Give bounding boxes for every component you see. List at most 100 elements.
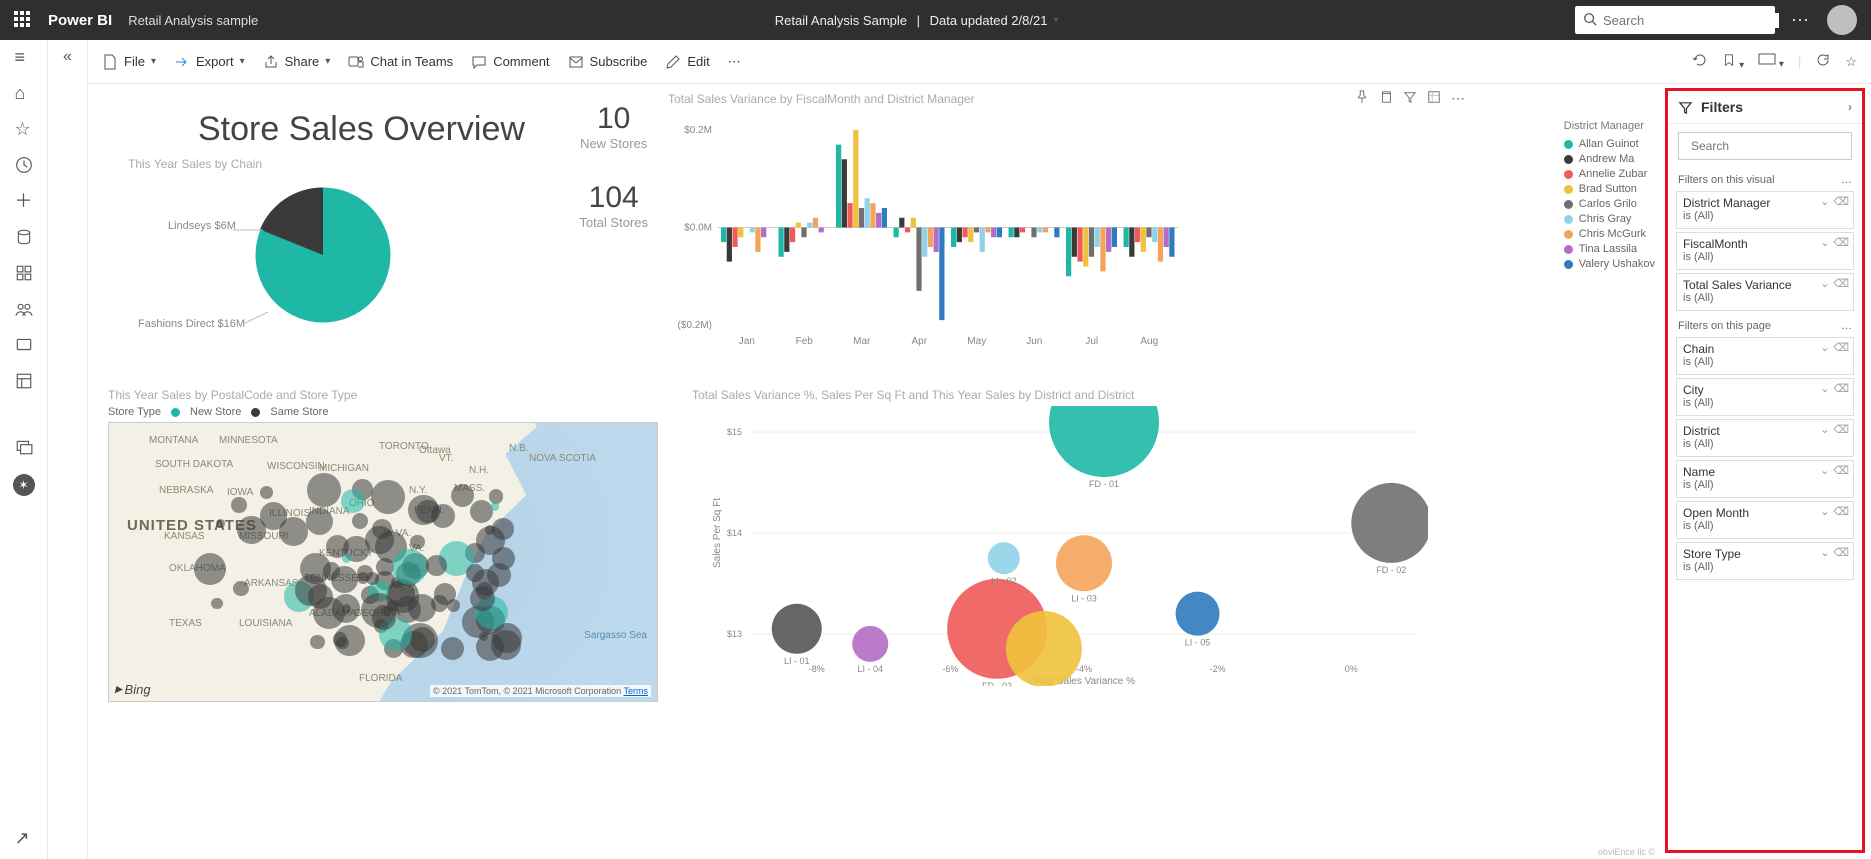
section-more-icon[interactable]: … <box>1841 320 1852 332</box>
map-store-point[interactable] <box>260 486 272 498</box>
legend-item[interactable]: Andrew Ma <box>1564 153 1655 165</box>
map-store-point[interactable] <box>441 637 464 660</box>
nav-create-icon[interactable]: ＋ <box>15 192 33 210</box>
subscribe-button[interactable]: Subscribe <box>568 54 648 70</box>
nav-datasets-icon[interactable] <box>15 228 33 246</box>
clear-filter-icon[interactable]: ⌫ <box>1833 382 1849 395</box>
filter-card[interactable]: Open Month is (All) ⌄⌫ <box>1676 501 1854 539</box>
filters-search-input[interactable] <box>1691 139 1846 153</box>
chevron-down-icon[interactable]: ⌄ <box>1820 423 1829 436</box>
favorite-icon[interactable]: ☆ <box>1845 54 1857 70</box>
nav-shared-icon[interactable] <box>15 300 33 318</box>
map-store-point[interactable] <box>352 513 368 529</box>
global-search[interactable] <box>1575 6 1775 34</box>
filter-card[interactable]: Chain is (All) ⌄⌫ <box>1676 337 1854 375</box>
share-menu[interactable]: Share▾ <box>263 54 331 70</box>
export-menu[interactable]: Export▾ <box>174 54 245 70</box>
map-store-point[interactable] <box>492 547 515 570</box>
more-commands-icon[interactable]: ⋯ <box>728 54 741 70</box>
page-rail-collapse-icon[interactable]: « <box>63 48 72 66</box>
map-store-point[interactable] <box>310 635 324 649</box>
map-store-point[interactable] <box>466 564 484 582</box>
chevron-down-icon[interactable]: ⌄ <box>1820 195 1829 208</box>
legend-item[interactable]: Carlos Grilo <box>1564 198 1655 210</box>
filter-card[interactable]: Name is (All) ⌄⌫ <box>1676 460 1854 498</box>
nav-deployment-icon[interactable] <box>15 438 33 456</box>
report-title-bar[interactable]: Retail Analysis Sample | Data updated 2/… <box>274 13 1559 28</box>
file-menu[interactable]: File▾ <box>102 54 156 70</box>
map-store-point[interactable] <box>216 519 225 528</box>
filter-card[interactable]: District is (All) ⌄⌫ <box>1676 419 1854 457</box>
chevron-down-icon[interactable]: ⌄ <box>1820 382 1829 395</box>
legend-item[interactable]: Allan Guinot <box>1564 138 1655 150</box>
map-visual[interactable]: UNITED STATES Sargasso Sea ▸Bing © 2021 … <box>108 422 658 702</box>
nav-favorites-icon[interactable]: ☆ <box>15 120 33 138</box>
map-store-point[interactable] <box>306 508 333 535</box>
filter-card[interactable]: District Manager is (All) ⌄⌫ <box>1676 191 1854 229</box>
map-store-point[interactable] <box>237 516 265 544</box>
nav-home-icon[interactable]: ⌂ <box>15 84 33 102</box>
clear-filter-icon[interactable]: ⌫ <box>1833 236 1849 249</box>
view-icon[interactable]: ▾ <box>1758 53 1784 70</box>
pie-chart[interactable] <box>248 180 398 335</box>
clear-filter-icon[interactable]: ⌫ <box>1833 546 1849 559</box>
chat-teams-button[interactable]: Chat in Teams <box>348 54 453 70</box>
clear-filter-icon[interactable]: ⌫ <box>1833 464 1849 477</box>
filters-search[interactable] <box>1678 132 1852 160</box>
legend-item[interactable]: Tina Lassila <box>1564 243 1655 255</box>
filter-card[interactable]: City is (All) ⌄⌫ <box>1676 378 1854 416</box>
map-store-point[interactable] <box>426 555 447 576</box>
variance-bar-chart[interactable]: ($0.2M)$0.0M$0.2MJanFebMarAprMayJunJulAu… <box>668 120 1188 350</box>
map-store-point[interactable] <box>434 583 456 605</box>
chevron-down-icon[interactable]: ⌄ <box>1820 341 1829 354</box>
map-terms-link[interactable]: Terms <box>624 686 649 696</box>
clear-filter-icon[interactable]: ⌫ <box>1833 277 1849 290</box>
map-store-point[interactable] <box>410 535 424 549</box>
map-store-point[interactable] <box>372 605 397 630</box>
clear-filter-icon[interactable]: ⌫ <box>1833 423 1849 436</box>
clear-filter-icon[interactable]: ⌫ <box>1833 505 1849 518</box>
legend-item[interactable]: Annelie Zubar <box>1564 168 1655 180</box>
chevron-down-icon[interactable]: ⌄ <box>1820 546 1829 559</box>
filters-header[interactable]: Filters › <box>1668 91 1862 124</box>
filter-card[interactable]: FiscalMonth is (All) ⌄⌫ <box>1676 232 1854 270</box>
chevron-down-icon[interactable]: ⌄ <box>1820 464 1829 477</box>
global-search-input[interactable] <box>1603 13 1779 28</box>
reset-icon[interactable] <box>1692 52 1708 71</box>
map-store-point[interactable] <box>231 497 247 513</box>
map-store-point[interactable] <box>211 598 222 609</box>
map-store-point[interactable] <box>392 549 428 585</box>
legend-item[interactable]: Chris Gray <box>1564 213 1655 225</box>
legend-item[interactable]: Valery Ushakov <box>1564 258 1655 270</box>
nav-expand-icon[interactable]: ↗ <box>15 829 33 847</box>
map-store-point[interactable] <box>194 553 226 585</box>
section-more-icon[interactable]: … <box>1841 174 1852 186</box>
comment-button[interactable]: Comment <box>471 54 549 70</box>
nav-learn-icon[interactable] <box>15 336 33 354</box>
edit-button[interactable]: Edit <box>665 54 709 70</box>
nav-workspaces-icon[interactable] <box>15 372 33 390</box>
nav-current-workspace-icon[interactable]: ✶ <box>13 474 35 496</box>
legend-item[interactable]: Chris McGurk <box>1564 228 1655 240</box>
map-store-point[interactable] <box>365 526 393 554</box>
map-store-point[interactable] <box>451 484 474 507</box>
nav-apps-icon[interactable] <box>15 264 33 282</box>
map-store-point[interactable] <box>307 473 341 507</box>
app-launcher-icon[interactable] <box>14 11 32 29</box>
nav-recent-icon[interactable] <box>15 156 33 174</box>
clear-filter-icon[interactable]: ⌫ <box>1833 195 1849 208</box>
bookmark-icon[interactable]: ▾ <box>1722 52 1744 71</box>
map-store-point[interactable] <box>279 517 307 545</box>
chevron-right-icon[interactable]: › <box>1848 100 1852 114</box>
filter-card[interactable]: Store Type is (All) ⌄⌫ <box>1676 542 1854 580</box>
nav-hamburger-icon[interactable]: ≡ <box>15 48 33 66</box>
chevron-down-icon[interactable]: ⌄ <box>1820 505 1829 518</box>
chevron-down-icon[interactable]: ⌄ <box>1820 236 1829 249</box>
legend-item[interactable]: Brad Sutton <box>1564 183 1655 195</box>
refresh-icon[interactable] <box>1815 52 1831 71</box>
chevron-down-icon[interactable]: ⌄ <box>1820 277 1829 290</box>
clear-filter-icon[interactable]: ⌫ <box>1833 341 1849 354</box>
map-store-point[interactable] <box>233 581 248 596</box>
filter-card[interactable]: Total Sales Variance is (All) ⌄⌫ <box>1676 273 1854 311</box>
scatter-chart[interactable]: $13$14$15-8%-6%-4%-2%0%Total Sales Varia… <box>708 406 1428 686</box>
